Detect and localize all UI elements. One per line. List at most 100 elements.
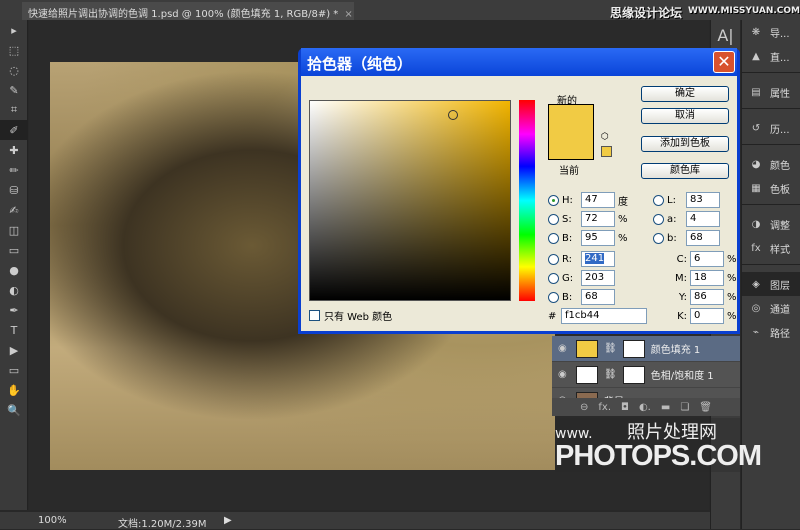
radio-lab-2[interactable] xyxy=(653,232,664,244)
radio-hsb-1[interactable] xyxy=(548,213,559,225)
input-hsb-0[interactable]: 47 xyxy=(581,192,615,208)
unit-cmyk-1: % xyxy=(727,272,737,284)
unit-hsb-1: % xyxy=(618,213,628,225)
路径-icon: ⌁ xyxy=(752,326,760,338)
history-brush-tool-icon[interactable]: ✍ xyxy=(0,200,28,220)
hand-tool-icon[interactable]: ✋ xyxy=(0,380,28,400)
add-to-swatches-button[interactable]: 添加到色板 xyxy=(641,136,729,152)
radio-rgb-2[interactable] xyxy=(548,291,559,303)
checkbox[interactable] xyxy=(309,310,320,321)
zoom-tool-icon[interactable]: 🔍 xyxy=(0,400,28,420)
dialog-titlebar[interactable]: 拾色器（纯色） ✕ xyxy=(301,48,737,76)
panel-9[interactable]: ◎ 通道 xyxy=(742,296,800,320)
marquee-tool-icon[interactable]: ⬚ xyxy=(0,40,28,60)
input-cmyk-2[interactable]: 86 xyxy=(690,289,724,305)
layer-row[interactable]: ◉ ⛓ 色相/饱和度 1 xyxy=(552,362,740,388)
panel-label: 样式 xyxy=(770,244,790,256)
颜色-icon: ◕ xyxy=(751,158,761,170)
input-cmyk-1[interactable]: 18 xyxy=(690,270,724,286)
input-lab-1[interactable]: 4 xyxy=(686,211,720,227)
panel-7[interactable]: fx 样式 xyxy=(742,236,800,260)
character-panel-icon[interactable]: A| xyxy=(711,26,740,45)
close-icon[interactable]: ✕ xyxy=(713,51,735,73)
gradient-tool-icon[interactable]: ▭ xyxy=(0,240,28,260)
eye-icon[interactable]: ◉ xyxy=(558,369,570,380)
panel-0[interactable]: ❋ 导... xyxy=(742,20,800,44)
panel-2[interactable]: ▤ 属性 xyxy=(742,80,800,104)
panel-6[interactable]: ◑ 调整 xyxy=(742,212,800,236)
radio-rgb-0[interactable] xyxy=(548,253,559,265)
stamp-tool-icon[interactable]: ⛁ xyxy=(0,180,28,200)
input-rgb-1[interactable]: 203 xyxy=(581,270,615,286)
shape-tool-icon[interactable]: ▭ xyxy=(0,360,28,380)
label-cmyk-2: Y: xyxy=(678,291,687,303)
color-field[interactable] xyxy=(309,100,511,301)
radio-hsb-2[interactable] xyxy=(548,232,559,244)
layer-name: 色相/饱和度 1 xyxy=(650,371,714,382)
input-rgb-0[interactable]: 241 xyxy=(581,251,615,267)
field-row-hsb-1: S: 72% xyxy=(548,211,630,227)
input-hsb-2[interactable]: 95 xyxy=(581,230,615,246)
input-cmyk-3[interactable]: 0 xyxy=(690,308,724,324)
layer-footer-icon-3[interactable]: ◐. xyxy=(639,402,651,413)
pen-tool-icon[interactable]: ✒ xyxy=(0,300,28,320)
eye-icon[interactable]: ◉ xyxy=(558,343,570,354)
panel-separator xyxy=(742,204,800,212)
crop-tool-icon[interactable]: ⌗ xyxy=(0,100,28,120)
panel-1[interactable]: ▲ 直... xyxy=(742,44,800,68)
layer-footer-icon-4[interactable]: ▬ xyxy=(661,402,670,413)
quick-select-tool-icon[interactable]: ✎ xyxy=(0,80,28,100)
lasso-tool-icon[interactable]: ◌ xyxy=(0,60,28,80)
dodge-tool-icon[interactable]: ◐ xyxy=(0,280,28,300)
close-tab-icon[interactable]: × xyxy=(344,9,352,20)
panel-10[interactable]: ⌁ 路径 xyxy=(742,320,800,344)
current-color-label: 当前 xyxy=(559,166,579,177)
color-field-cursor[interactable] xyxy=(448,110,458,120)
layer-footer-icon-6[interactable]: 🗑 xyxy=(699,402,712,413)
input-hsb-1[interactable]: 72 xyxy=(581,211,615,227)
panel-4[interactable]: ◕ 颜色 xyxy=(742,152,800,176)
radio-lab-0[interactable] xyxy=(653,194,664,206)
path-select-tool-icon[interactable]: ▶ xyxy=(0,340,28,360)
document-tab[interactable]: 快速给照片调出协调的色调 1.psd @ 100% (颜色填充 1, RGB/8… xyxy=(22,2,354,20)
field-row-hsb-0: H: 47 度 xyxy=(548,192,630,208)
panel-8[interactable]: ◈ 图层 xyxy=(742,272,800,296)
panel-3[interactable]: ↺ 历... xyxy=(742,116,800,140)
hex-row: # f1cb44 xyxy=(548,308,647,324)
radio-lab-1[interactable] xyxy=(653,213,664,225)
ok-button[interactable]: 确定 xyxy=(641,86,729,102)
healing-tool-icon[interactable]: ✚ xyxy=(0,140,28,160)
brush-tool-icon[interactable]: ✏ xyxy=(0,160,28,180)
panel-label: 直... xyxy=(770,52,790,64)
cancel-button[interactable]: 取消 xyxy=(641,108,729,124)
web-safe-swatch[interactable] xyxy=(601,146,612,157)
move-tool-icon[interactable]: ▸ xyxy=(0,20,28,40)
watermark-bottom: www. 照片处理网 PHOTOPS.COM xyxy=(555,418,762,472)
radio-hsb-0[interactable] xyxy=(548,194,559,206)
color-libraries-button[interactable]: 颜色库 xyxy=(641,163,729,179)
eraser-tool-icon[interactable]: ◫ xyxy=(0,220,28,240)
panel-label: 调整 xyxy=(770,220,790,232)
out-of-gamut-cube-icon[interactable]: ⬡ xyxy=(601,132,609,142)
layer-row[interactable]: ◉ ⛓ 颜色填充 1 xyxy=(552,336,740,362)
hex-input[interactable]: f1cb44 xyxy=(561,308,647,324)
field-row-lab-2: b: 68 xyxy=(653,230,720,246)
blur-tool-icon[interactable]: ● xyxy=(0,260,28,280)
hue-slider[interactable] xyxy=(519,100,535,301)
radio-rgb-1[interactable] xyxy=(548,272,559,284)
link-icon: ⛓ xyxy=(604,369,617,380)
status-menu-arrow[interactable]: ▶ xyxy=(224,515,232,526)
eyedropper-tool-icon[interactable]: ✐ xyxy=(0,120,28,140)
input-lab-0[interactable]: 83 xyxy=(686,192,720,208)
layer-footer-icon-5[interactable]: ❏ xyxy=(680,402,689,413)
input-lab-2[interactable]: 68 xyxy=(686,230,720,246)
web-only-checkbox[interactable]: 只有 Web 颜色 xyxy=(309,308,392,323)
panel-5[interactable]: ▦ 色板 xyxy=(742,176,800,200)
layer-footer-icon-0[interactable]: ⊖ xyxy=(580,402,588,413)
input-rgb-2[interactable]: 68 xyxy=(581,289,615,305)
zoom-level[interactable]: 100% xyxy=(38,515,67,526)
layer-footer-icon-1[interactable]: fx. xyxy=(598,402,611,413)
type-tool-icon[interactable]: T xyxy=(0,320,28,340)
input-cmyk-0[interactable]: 6 xyxy=(690,251,724,267)
layer-footer-icon-2[interactable]: ◘ xyxy=(621,402,629,413)
